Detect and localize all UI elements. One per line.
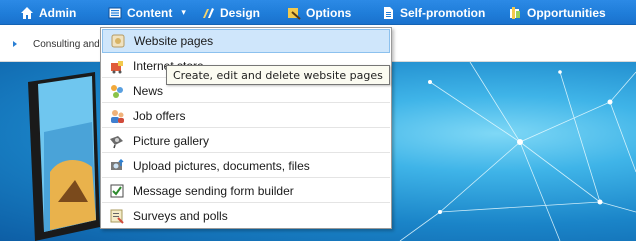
- content-dropdown-menu: Website pages Internet store News Job of…: [100, 27, 392, 229]
- nav-self-promotion[interactable]: Self-promotion: [381, 0, 485, 25]
- nav-design-label: Design: [220, 5, 261, 20]
- menu-item-label: Surveys and polls: [133, 209, 228, 223]
- upload-icon: [109, 158, 125, 174]
- nav-options[interactable]: Options: [287, 0, 351, 25]
- opportunities-icon: [508, 6, 522, 20]
- design-tools-icon: [201, 6, 215, 20]
- nav-options-label: Options: [306, 5, 352, 20]
- job-offers-icon: [109, 108, 125, 124]
- checkbox-icon: [109, 183, 125, 199]
- tooltip: Create, edit and delete website pages: [166, 65, 390, 85]
- top-navigation-bar: Admin Content ▾ Design Options Self-prom…: [0, 0, 636, 25]
- nav-content[interactable]: Content ▾: [108, 0, 186, 25]
- nav-opportunities-label: Opportunities: [527, 5, 606, 20]
- store-icon: [109, 58, 125, 74]
- nav-admin[interactable]: Admin: [20, 0, 76, 25]
- menu-item-label: Website pages: [134, 34, 214, 48]
- menu-item-label: News: [133, 83, 164, 98]
- survey-icon: [109, 208, 125, 224]
- menu-item-label: Job offers: [133, 108, 186, 123]
- document-icon: [381, 6, 395, 20]
- website-pages-icon: [110, 33, 126, 49]
- menu-item-label: Message sending form builder: [133, 183, 294, 198]
- menu-item-form-builder[interactable]: Message sending form builder: [102, 179, 390, 203]
- nav-opportunities[interactable]: Opportunities: [508, 0, 606, 25]
- options-icon: [287, 6, 301, 20]
- menu-item-website-pages[interactable]: Website pages: [102, 29, 390, 53]
- home-icon: [20, 6, 34, 20]
- menu-item-label: Picture gallery: [133, 133, 210, 148]
- menu-item-surveys[interactable]: Surveys and polls: [102, 204, 390, 228]
- tooltip-text: Create, edit and delete website pages: [173, 68, 383, 82]
- news-icon: [109, 83, 125, 99]
- chevron-down-icon[interactable]: ▾: [181, 7, 186, 18]
- menu-item-label: Upload pictures, documents, files: [133, 158, 310, 173]
- menu-item-job-offers[interactable]: Job offers: [102, 104, 390, 128]
- menu-item-picture-gallery[interactable]: Picture gallery: [102, 129, 390, 153]
- menu-item-upload[interactable]: Upload pictures, documents, files: [102, 154, 390, 178]
- nav-admin-label: Admin: [39, 5, 77, 20]
- breadcrumb-text[interactable]: Consulting and: [33, 39, 100, 50]
- breadcrumb-arrow-icon: [13, 41, 17, 47]
- camera-icon: [109, 133, 125, 149]
- nav-design[interactable]: Design: [201, 0, 260, 25]
- book-illustration: [28, 72, 100, 241]
- nav-content-label: Content: [127, 5, 173, 20]
- content-list-icon: [108, 6, 122, 20]
- nav-self-promotion-label: Self-promotion: [400, 5, 486, 20]
